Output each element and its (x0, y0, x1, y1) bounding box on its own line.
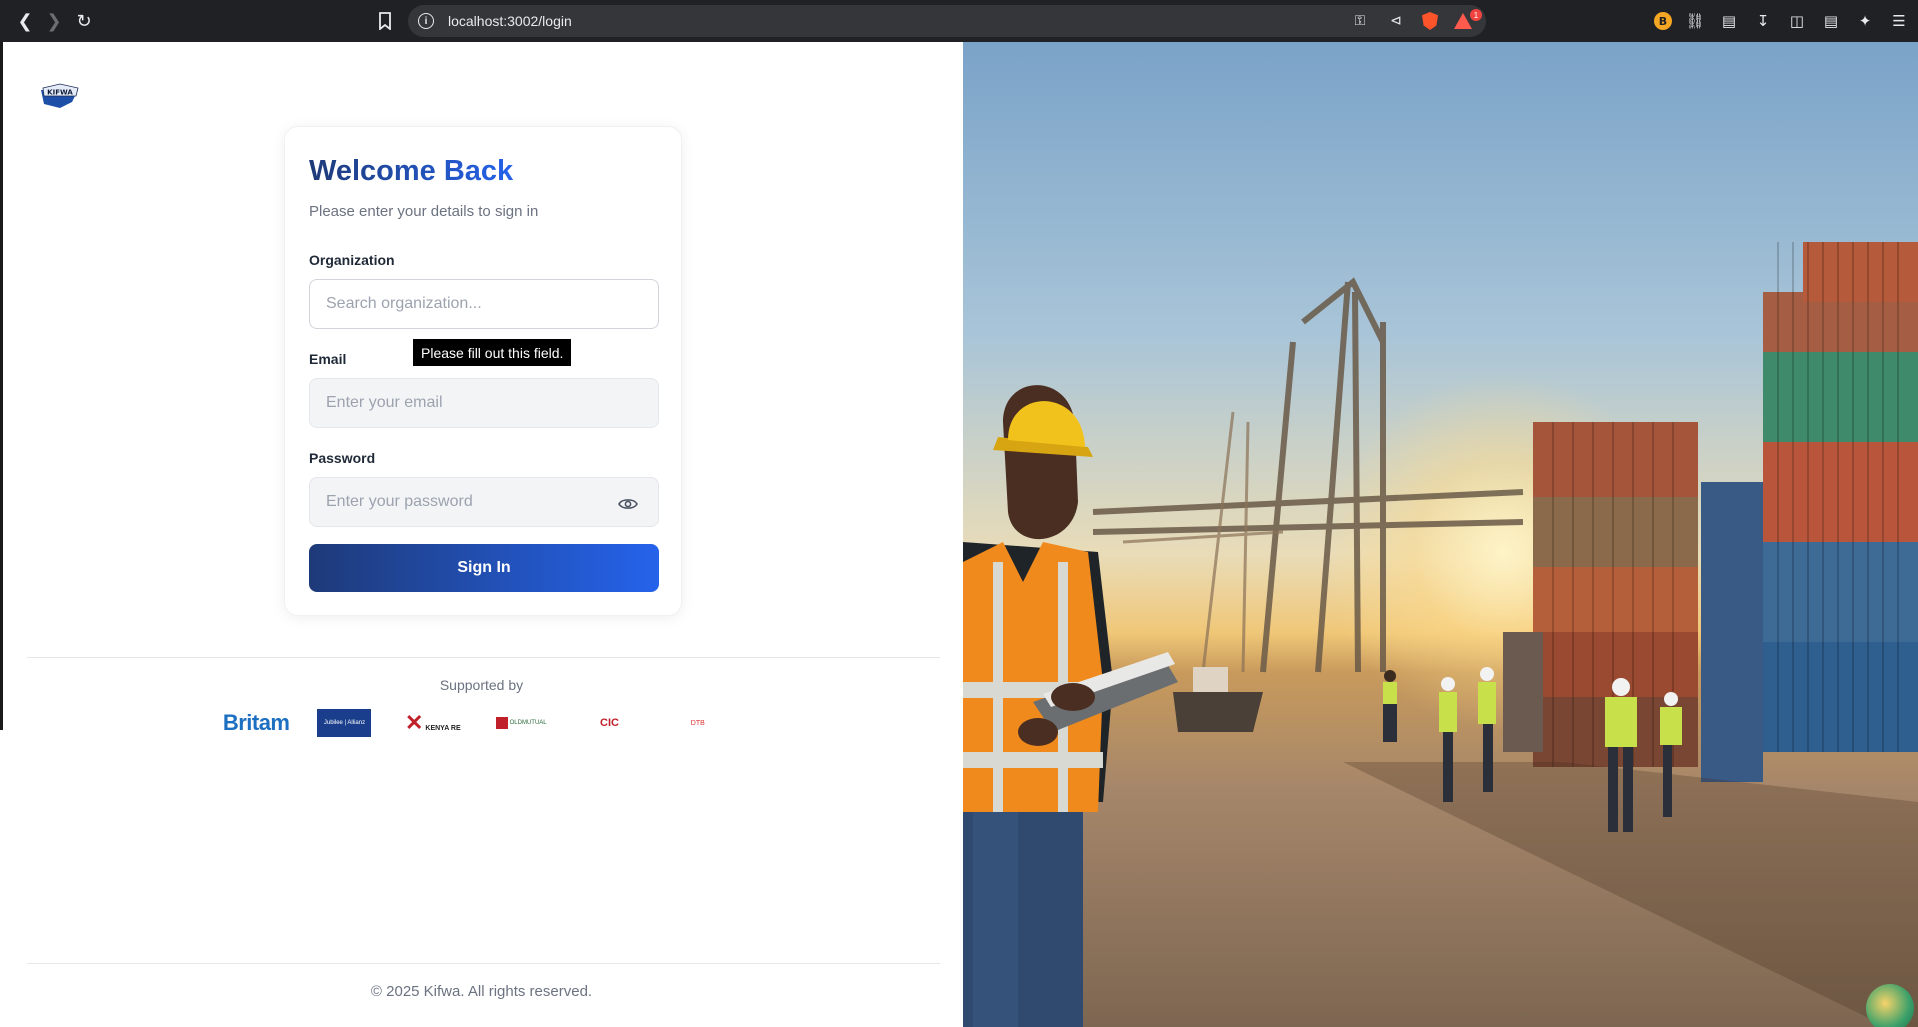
kenya-re-logo: ✕ KENYA RE (404, 710, 461, 735)
sign-in-button[interactable]: Sign In (309, 544, 659, 592)
login-card: Welcome Back Please enter your details t… (284, 126, 682, 616)
kifwa-logo[interactable]: KIFWA (40, 82, 80, 110)
bookmark-icon[interactable] (374, 9, 396, 33)
site-info-icon[interactable]: i (418, 13, 434, 29)
footer-copyright: © 2025 Kifwa. All rights reserved. (370, 983, 593, 1000)
key-icon[interactable]: ⚿ (1350, 11, 1370, 31)
extensions-icon[interactable]: ⛓ (1684, 10, 1706, 32)
footer-divider (27, 963, 940, 964)
supported-by-heading: Supported by (439, 677, 524, 693)
dtb-logo: DTB (690, 719, 705, 727)
wallet-icon[interactable]: ▤ (1820, 10, 1842, 32)
port-scene-illustration (963, 242, 1918, 1027)
old-mutual-logo: OLDMUTUAL (477, 708, 565, 738)
partner-logos: Britam Jubilee | Allianz ✕ KENYA RE OLDMU… (212, 708, 742, 738)
assistant-avatar[interactable] (1866, 984, 1914, 1027)
sidebar-icon[interactable]: ◫ (1786, 10, 1808, 32)
share-icon[interactable]: ⊲ (1386, 11, 1406, 31)
browser-toolbar: ❮ ❯ ↻ i localhost:3002/login ⚿ ⊲ 1 B ⛓ ▤… (0, 0, 1918, 42)
validation-tooltip: Please fill out this field. (413, 339, 572, 366)
show-password-icon[interactable] (617, 493, 639, 515)
hero-image (963, 42, 1918, 1027)
reload-icon[interactable]: ↻ (72, 9, 96, 33)
email-field[interactable] (309, 378, 659, 428)
page: KIFWA Welcome Back Please enter your det… (0, 42, 1918, 1027)
svg-text:KIFWA: KIFWA (47, 89, 73, 97)
email-label: Email (309, 351, 347, 367)
brave-shields-icon[interactable] (1422, 12, 1438, 30)
profile-icon[interactable]: B (1654, 12, 1672, 30)
menu-icon[interactable]: ☰ (1888, 10, 1910, 32)
organization-search-input[interactable] (309, 279, 659, 329)
password-label: Password (309, 450, 376, 466)
url-text[interactable]: localhost:3002/login (448, 13, 572, 29)
divider (27, 657, 940, 658)
password-field[interactable] (309, 477, 659, 527)
britam-logo: Britam (222, 710, 290, 735)
login-panel: KIFWA Welcome Back Please enter your det… (0, 42, 963, 1027)
forward-icon[interactable]: ❯ (42, 9, 66, 33)
page-title: Welcome Back (309, 155, 514, 187)
organization-label: Organization (309, 252, 395, 268)
page-subtitle: Please enter your details to sign in (309, 203, 539, 220)
notification-badge: 1 (1470, 9, 1482, 21)
cic-group-logo: CIC (600, 717, 619, 729)
download-icon[interactable]: ↧ (1752, 10, 1774, 32)
leo-icon[interactable]: ✦ (1854, 10, 1876, 32)
reader-icon[interactable]: ▤ (1718, 10, 1740, 32)
address-bar[interactable]: i localhost:3002/login ⚿ ⊲ (408, 5, 1486, 37)
back-icon[interactable]: ❮ (13, 9, 37, 33)
window-edge (0, 42, 3, 730)
jubilee-allianz-logo: Jubilee | Allianz (300, 708, 388, 738)
